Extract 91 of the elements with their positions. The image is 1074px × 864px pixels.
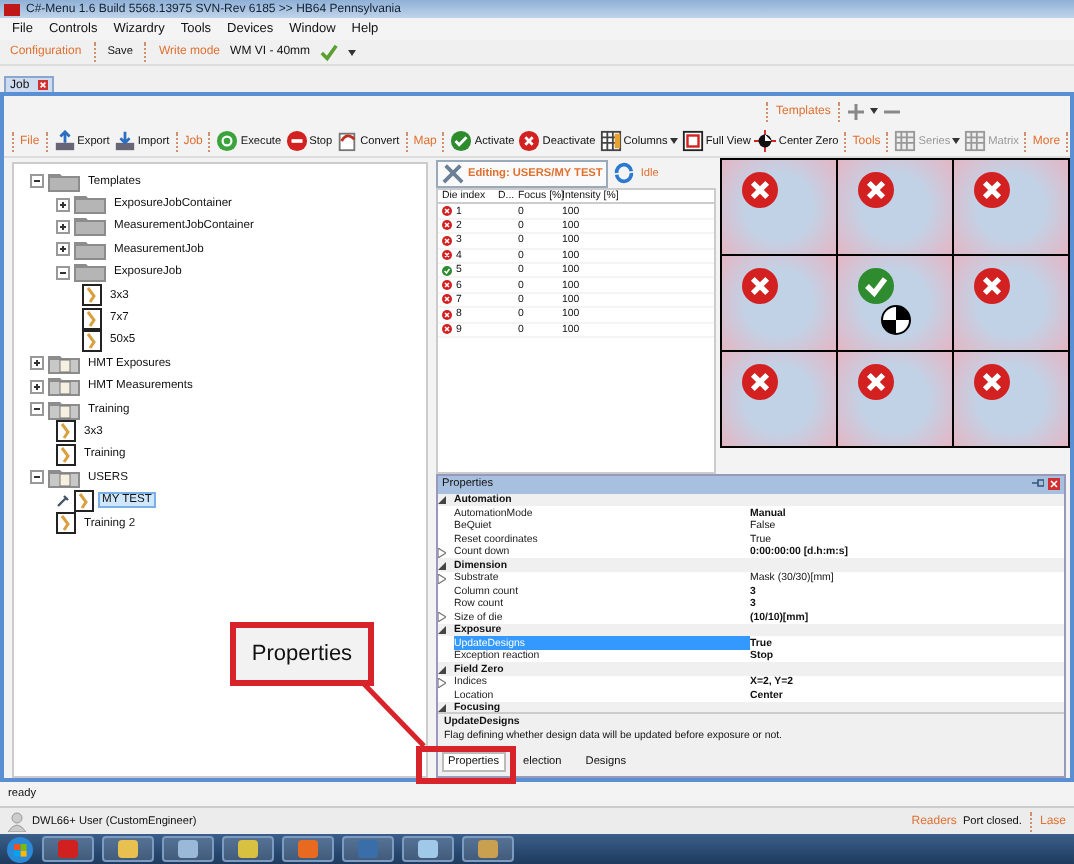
export-icon [53,130,76,152]
die-tile[interactable] [954,160,1068,254]
collapse-icon[interactable] [438,626,446,635]
die-tile[interactable] [954,256,1068,350]
folder-icon [74,239,106,260]
start-button-icon[interactable] [6,835,34,863]
folder-icon [48,171,80,192]
expand-icon[interactable] [56,219,70,234]
collapse-icon[interactable] [438,496,446,505]
app-icon [478,840,498,858]
app-logo-icon [4,3,20,15]
check-icon [450,130,473,152]
wrench-icon [56,493,70,508]
die-tile[interactable] [722,256,836,350]
check-icon [858,268,894,304]
app-icon [418,840,438,858]
grid-icon [964,130,987,152]
app-icon [358,840,378,858]
collapse-icon[interactable] [30,470,44,485]
folder-icon [74,194,106,215]
expand-icon[interactable] [56,197,70,212]
grid-icon [894,130,917,152]
app-icon [58,840,78,858]
collapse-icon[interactable] [438,561,446,570]
expand-icon[interactable] [30,356,44,371]
app-icon [118,840,138,858]
document-icon [82,329,102,352]
folder-icon [48,376,80,397]
error-icon [974,268,1010,304]
folder-icon [74,262,106,283]
folder-icon [48,399,80,420]
stop-icon [285,130,308,152]
error-icon [742,268,778,304]
die-tile[interactable] [954,352,1068,446]
document-icon [56,443,76,466]
collapse-icon[interactable] [30,174,44,189]
taskbar-app-button[interactable] [402,836,454,862]
die-tile[interactable] [722,160,836,254]
taskbar-app-button[interactable] [162,836,214,862]
collapse-icon[interactable] [438,704,446,713]
collapse-icon[interactable] [30,402,44,417]
folder-icon [48,467,80,488]
collapse-icon[interactable] [56,265,70,280]
taskbar-app-button[interactable] [282,836,334,862]
import-icon [113,130,136,152]
app-icon [298,840,318,858]
document-icon [56,512,76,535]
document-icon [56,420,76,443]
close-icon [518,130,541,152]
app-icon [178,840,198,858]
close-icon[interactable] [37,80,48,90]
document-icon [82,307,102,330]
caret-icon [870,108,879,114]
die-tile[interactable] [838,352,952,446]
die-tile[interactable] [838,160,952,254]
tools-icon [442,162,464,184]
document-icon [82,284,102,307]
caret-icon [952,138,961,144]
app-icon [238,840,258,858]
caret-icon [669,138,678,144]
close-icon[interactable] [1048,478,1060,491]
taskbar-app-button[interactable] [342,836,394,862]
document-icon [74,489,94,512]
error-icon [742,172,778,208]
error-icon [742,364,778,400]
collapse-icon[interactable] [438,665,446,674]
highlight-frame [416,746,516,784]
error-icon [858,172,894,208]
check-icon[interactable] [320,43,339,61]
caret-icon [348,49,357,55]
callout-label: Properties [230,622,374,686]
leader-line [360,682,428,748]
taskbar-app-button[interactable] [102,836,154,862]
expand-icon[interactable] [30,379,44,394]
taskbar-app-button[interactable] [462,836,514,862]
error-icon [974,172,1010,208]
error-icon [858,364,894,400]
die-tile[interactable] [722,352,836,446]
refresh-icon [612,162,637,184]
frame-icon [681,130,704,152]
die-tile[interactable] [838,256,952,350]
columns-icon [599,130,622,152]
error-icon [974,364,1010,400]
expand-icon[interactable] [56,242,70,257]
play-icon [216,130,239,152]
pin-icon[interactable] [1032,478,1044,489]
taskbar-app-button[interactable] [222,836,274,862]
folder-icon [74,216,106,237]
folder-icon [48,353,80,374]
plus-icon[interactable] [848,103,865,119]
crosshair-icon [754,130,777,152]
